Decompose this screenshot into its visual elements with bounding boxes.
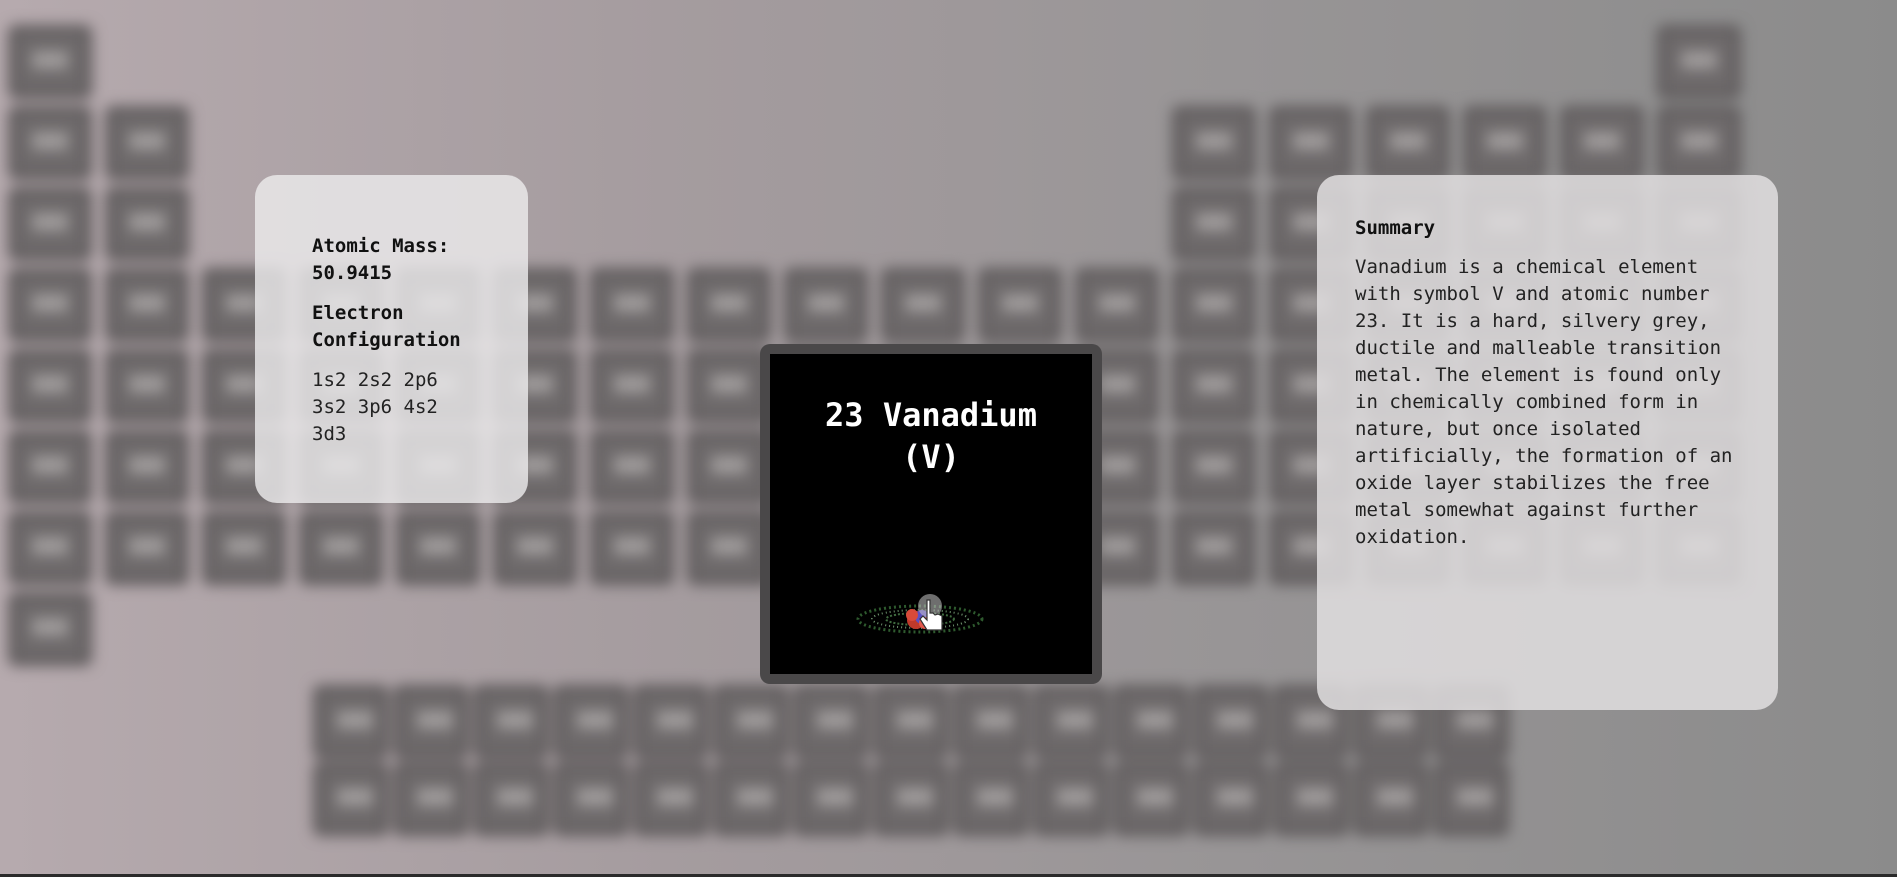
periodic-table-tile — [687, 430, 771, 504]
viewer-screen[interactable]: 23 Vanadium (V) — [770, 354, 1092, 674]
element-title-line2: (V) — [902, 438, 960, 476]
periodic-table-tile — [313, 762, 389, 836]
periodic-table-tile — [1033, 762, 1109, 836]
periodic-table-tile — [713, 762, 789, 836]
periodic-table-tile — [590, 430, 674, 504]
element-viewer[interactable]: 23 Vanadium (V) — [760, 344, 1102, 684]
periodic-table-tile — [1193, 762, 1269, 836]
periodic-table-tile — [1560, 106, 1644, 180]
periodic-table-tile — [687, 268, 771, 342]
periodic-table-tile — [299, 511, 383, 585]
periodic-table-tile — [1657, 25, 1741, 99]
summary-text: Vanadium is a chemical element with symb… — [1355, 256, 1733, 548]
periodic-table-tile — [1172, 511, 1256, 585]
periodic-table-tile — [8, 268, 92, 342]
element-info-card: Atomic Mass: 50.9415 Electron Configurat… — [255, 175, 528, 503]
periodic-table-tile — [393, 762, 469, 836]
periodic-table-tile — [1172, 430, 1256, 504]
periodic-table-tile — [8, 25, 92, 99]
periodic-table-tile — [590, 268, 674, 342]
periodic-table-tile — [1075, 268, 1159, 342]
periodic-table-tile — [633, 685, 709, 759]
periodic-table-tile — [793, 762, 869, 836]
periodic-table-tile — [590, 511, 674, 585]
periodic-table-tile — [8, 511, 92, 585]
periodic-table-tile — [713, 685, 789, 759]
periodic-table-tile — [1172, 349, 1256, 423]
periodic-table-tile — [8, 106, 92, 180]
periodic-table-tile — [953, 685, 1029, 759]
periodic-table-tile — [553, 762, 629, 836]
periodic-table-tile — [1172, 106, 1256, 180]
periodic-table-tile — [1433, 762, 1509, 836]
summary-card: Summary Vanadium is a chemical element w… — [1317, 175, 1778, 710]
element-title-line1: 23 Vanadium — [825, 396, 1037, 434]
periodic-table-tile — [553, 685, 629, 759]
periodic-table-tile — [105, 430, 189, 504]
periodic-table-tile — [1353, 762, 1429, 836]
periodic-table-tile — [8, 349, 92, 423]
periodic-table-tile — [873, 762, 949, 836]
periodic-table-tile — [1113, 685, 1189, 759]
atomic-mass-value: 50.9415 — [312, 262, 393, 284]
periodic-table-tile — [105, 349, 189, 423]
periodic-table-tile — [473, 762, 549, 836]
periodic-table-tile — [590, 349, 674, 423]
periodic-table-tile — [1463, 106, 1547, 180]
periodic-table-tile — [978, 268, 1062, 342]
periodic-table-tile — [493, 511, 577, 585]
periodic-table-tile — [105, 268, 189, 342]
periodic-table-tile — [687, 349, 771, 423]
periodic-table-tile — [105, 106, 189, 180]
summary-title: Summary — [1355, 217, 1436, 239]
periodic-table-tile — [1193, 685, 1269, 759]
periodic-table-tile — [1273, 762, 1349, 836]
periodic-table-tile — [1172, 268, 1256, 342]
atom-model-icon[interactable] — [850, 586, 990, 646]
atomic-mass-label: Atomic Mass: — [312, 235, 450, 257]
periodic-table-tile — [784, 268, 868, 342]
periodic-table-tile — [105, 511, 189, 585]
periodic-table-tile — [881, 268, 965, 342]
periodic-table-tile — [1172, 187, 1256, 261]
periodic-table-tile — [1657, 106, 1741, 180]
electron-config-value: 1s2 2s2 2p6 3s2 3p6 4s2 3d3 — [312, 369, 438, 445]
periodic-table-tile — [1033, 685, 1109, 759]
periodic-table-tile — [313, 685, 389, 759]
periodic-table-tile — [793, 685, 869, 759]
periodic-table-tile — [8, 187, 92, 261]
element-title: 23 Vanadium (V) — [770, 394, 1092, 478]
periodic-table-tile — [393, 685, 469, 759]
electron-config-label: Electron Configuration — [312, 302, 461, 351]
periodic-table-tile — [1366, 106, 1450, 180]
periodic-table-tile — [8, 430, 92, 504]
periodic-table-tile — [473, 685, 549, 759]
periodic-table-tile — [953, 762, 1029, 836]
periodic-table-tile — [1269, 106, 1353, 180]
periodic-table-tile — [8, 592, 92, 666]
periodic-table-tile — [396, 511, 480, 585]
periodic-table-tile — [105, 187, 189, 261]
periodic-table-tile — [633, 762, 709, 836]
periodic-table-tile — [687, 511, 771, 585]
periodic-table-tile — [873, 685, 949, 759]
periodic-table-tile — [202, 511, 286, 585]
periodic-table-tile — [1113, 762, 1189, 836]
